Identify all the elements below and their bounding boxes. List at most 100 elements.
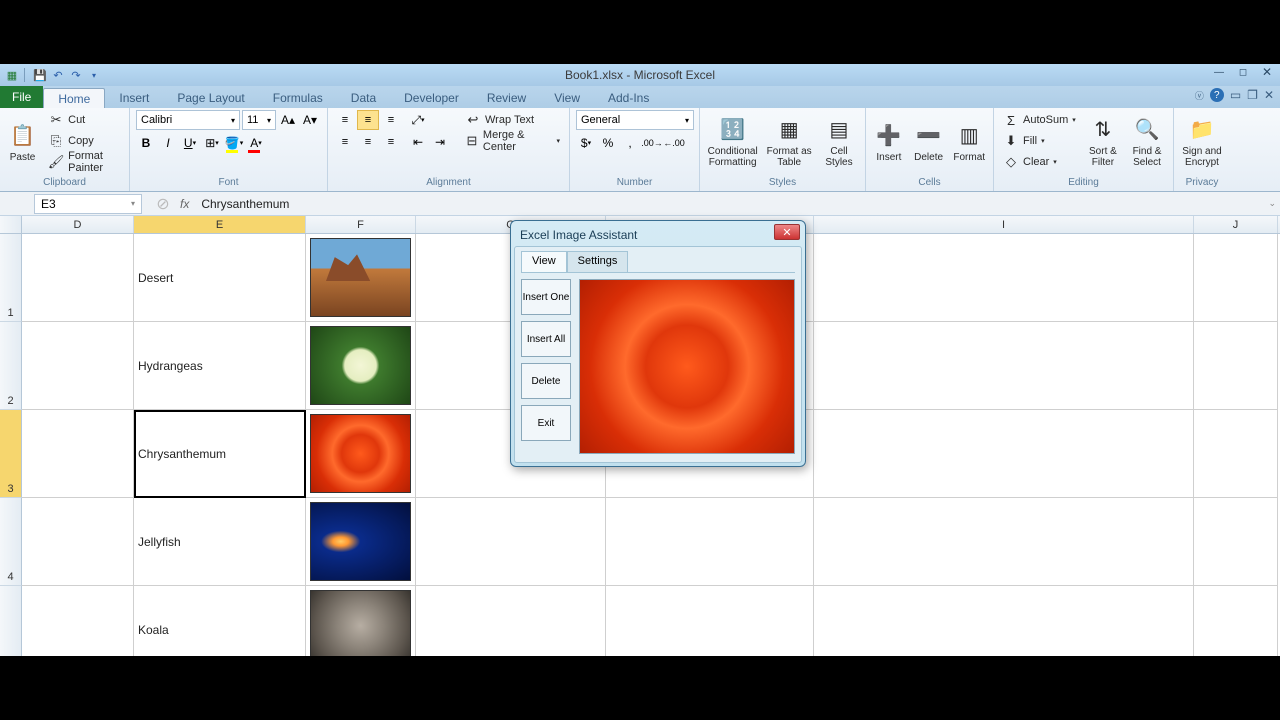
cell-I1[interactable]: [814, 234, 1194, 322]
cut-button[interactable]: ✂Cut: [45, 110, 123, 130]
border-button[interactable]: ⊞▾: [202, 133, 222, 153]
align-left-button[interactable]: ≡: [334, 132, 356, 152]
cell-I4[interactable]: [814, 498, 1194, 586]
cell-J3[interactable]: [1194, 410, 1278, 498]
row-header-1[interactable]: 1: [0, 234, 22, 322]
qat-customize-icon[interactable]: ▾: [86, 67, 102, 83]
orientation-button[interactable]: ⤢▾: [408, 110, 428, 130]
cell-H5[interactable]: [606, 586, 814, 656]
align-middle-button[interactable]: ≡: [357, 110, 379, 130]
cell-J5[interactable]: [1194, 586, 1278, 656]
cell-F3[interactable]: [306, 410, 416, 498]
align-center-button[interactable]: ≡: [357, 132, 379, 152]
cell-E2[interactable]: Hydrangeas: [134, 322, 306, 410]
increase-indent-button[interactable]: ⇥: [430, 132, 450, 152]
dialog-tab-view[interactable]: View: [521, 251, 567, 272]
tab-formulas[interactable]: Formulas: [259, 88, 337, 108]
expand-formula-bar-icon[interactable]: ⌄: [1268, 198, 1276, 209]
tab-home[interactable]: Home: [43, 88, 105, 108]
accounting-format-button[interactable]: $▾: [576, 133, 596, 153]
cell-G4[interactable]: [416, 498, 606, 586]
cell-E1[interactable]: Desert: [134, 234, 306, 322]
copy-button[interactable]: ⎘Copy: [45, 131, 123, 151]
cell-F5[interactable]: [306, 586, 416, 656]
dialog-close-button[interactable]: ✕: [774, 224, 800, 240]
find-select-button[interactable]: 🔍Find & Select: [1127, 110, 1167, 174]
tab-add-ins[interactable]: Add-Ins: [594, 88, 663, 108]
dialog-title-bar[interactable]: Excel Image Assistant ✕: [514, 224, 802, 246]
col-header-F[interactable]: F: [306, 216, 416, 233]
ribbon-minimize-icon[interactable]: ▭: [1230, 88, 1241, 102]
exit-button[interactable]: Exit: [521, 405, 571, 441]
autosum-button[interactable]: ΣAutoSum▾: [1000, 110, 1079, 130]
window-close-inner-icon[interactable]: ✕: [1264, 88, 1274, 102]
wrap-text-button[interactable]: ↩Wrap Text: [462, 110, 563, 130]
row-header-5[interactable]: 5: [0, 586, 22, 656]
name-box[interactable]: E3 ▾: [34, 194, 142, 214]
formula-input[interactable]: Chrysanthemum: [197, 197, 289, 211]
redo-icon[interactable]: ↷: [68, 67, 84, 83]
col-header-I[interactable]: I: [814, 216, 1194, 233]
cell-G5[interactable]: [416, 586, 606, 656]
align-right-button[interactable]: ≡: [380, 132, 402, 152]
font-name-combo[interactable]: Calibri▾: [136, 110, 240, 130]
row-header-3[interactable]: 3: [0, 410, 22, 498]
cell-E3[interactable]: Chrysanthemum: [134, 410, 306, 498]
restore-button[interactable]: ◻: [1232, 65, 1254, 79]
insert-one-button[interactable]: Insert One: [521, 279, 571, 315]
dialog-tab-settings[interactable]: Settings: [567, 251, 629, 272]
conditional-formatting-button[interactable]: 🔢Conditional Formatting: [706, 110, 759, 174]
desert-thumbnail[interactable]: [310, 238, 411, 317]
align-bottom-button[interactable]: ≡: [380, 110, 402, 130]
tab-page-layout[interactable]: Page Layout: [163, 88, 258, 108]
italic-button[interactable]: I: [158, 133, 178, 153]
cancel-formula-icon[interactable]: ⊘: [154, 194, 172, 214]
cell-F4[interactable]: [306, 498, 416, 586]
decrease-decimal-button[interactable]: ←.00: [664, 133, 684, 153]
chrys-thumbnail[interactable]: [310, 414, 411, 493]
cell-D4[interactable]: [22, 498, 134, 586]
fill-color-button[interactable]: 🪣▾: [224, 133, 244, 153]
tab-view[interactable]: View: [540, 88, 594, 108]
cell-D5[interactable]: [22, 586, 134, 656]
bold-button[interactable]: B: [136, 133, 156, 153]
cell-I5[interactable]: [814, 586, 1194, 656]
minimize-button[interactable]: —: [1208, 65, 1230, 79]
jelly-thumbnail[interactable]: [310, 502, 411, 581]
delete-button[interactable]: Delete: [521, 363, 571, 399]
format-cells-button[interactable]: ▥Format: [951, 110, 987, 174]
sort-filter-button[interactable]: ⇅Sort & Filter: [1085, 110, 1121, 174]
col-header-D[interactable]: D: [22, 216, 134, 233]
cell-J4[interactable]: [1194, 498, 1278, 586]
cell-F1[interactable]: [306, 234, 416, 322]
tab-insert[interactable]: Insert: [105, 88, 163, 108]
col-header-J[interactable]: J: [1194, 216, 1278, 233]
help-dropdown-icon[interactable]: ⓥ: [1195, 89, 1204, 102]
underline-button[interactable]: U▾: [180, 133, 200, 153]
cell-H4[interactable]: [606, 498, 814, 586]
cell-D1[interactable]: [22, 234, 134, 322]
percent-button[interactable]: %: [598, 133, 618, 153]
cell-E5[interactable]: Koala: [134, 586, 306, 656]
cell-J1[interactable]: [1194, 234, 1278, 322]
window-restore-inner-icon[interactable]: ❐: [1247, 88, 1258, 102]
undo-icon[interactable]: ↶: [50, 67, 66, 83]
tab-developer[interactable]: Developer: [390, 88, 473, 108]
close-button[interactable]: ✕: [1256, 65, 1278, 79]
comma-button[interactable]: ,: [620, 133, 640, 153]
cell-D3[interactable]: [22, 410, 134, 498]
merge-center-button[interactable]: ⊟Merge & Center▾: [462, 131, 563, 151]
format-painter-button[interactable]: 🖌Format Painter: [45, 152, 123, 172]
insert-all-button[interactable]: Insert All: [521, 321, 571, 357]
font-color-button[interactable]: A▾: [246, 133, 266, 153]
cell-I3[interactable]: [814, 410, 1194, 498]
align-top-button[interactable]: ≡: [334, 110, 356, 130]
format-as-table-button[interactable]: ▦Format as Table: [765, 110, 813, 174]
decrease-font-button[interactable]: A▾: [300, 110, 320, 130]
sign-encrypt-button[interactable]: 📁Sign and Encrypt: [1180, 110, 1224, 174]
number-format-combo[interactable]: General▾: [576, 110, 694, 130]
col-header-E[interactable]: E: [134, 216, 306, 233]
increase-font-button[interactable]: A▴: [278, 110, 298, 130]
insert-cells-button[interactable]: ➕Insert: [872, 110, 906, 174]
cell-E4[interactable]: Jellyfish: [134, 498, 306, 586]
